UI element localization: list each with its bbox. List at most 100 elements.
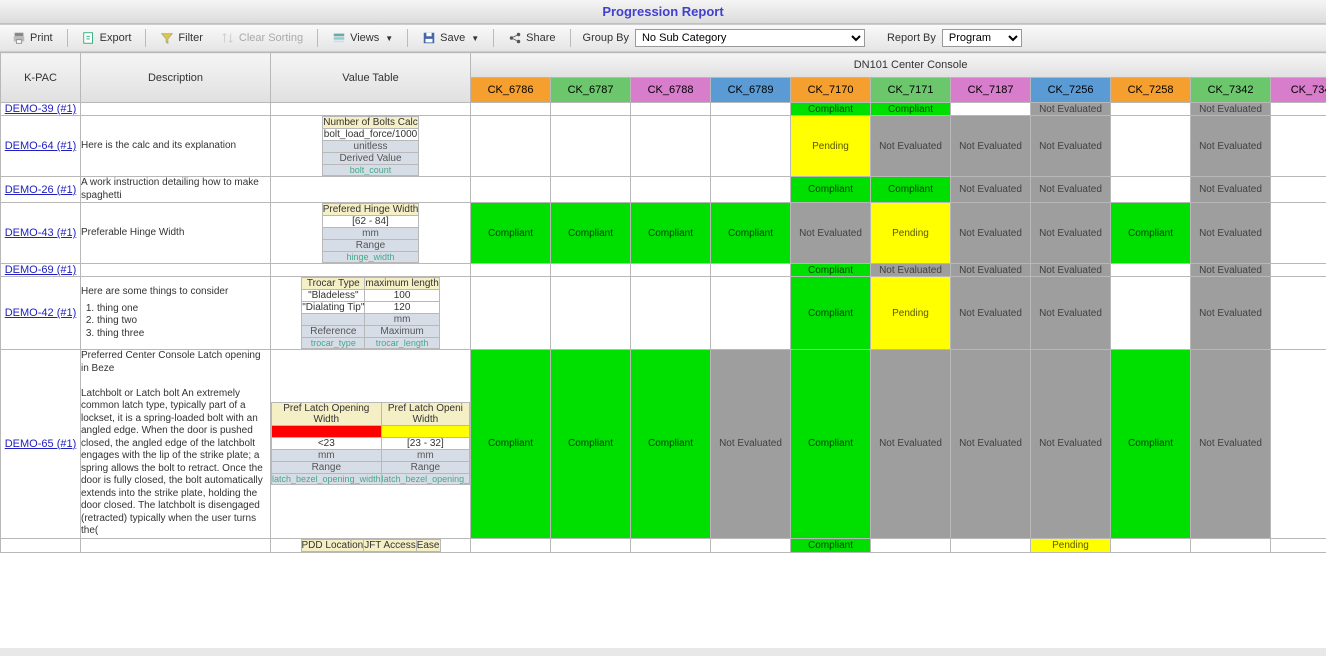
status-cell[interactable]: Not Evaluated xyxy=(1191,203,1271,264)
kpac-link[interactable]: DEMO-43 (#1) xyxy=(1,203,81,264)
status-cell[interactable] xyxy=(551,116,631,177)
ck-column-header[interactable]: CK_6788 xyxy=(631,78,711,103)
kpac-link[interactable]: DEMO-42 (#1) xyxy=(1,277,81,350)
ck-column-header[interactable]: CK_6787 xyxy=(551,78,631,103)
status-cell[interactable]: Compliant xyxy=(871,177,951,203)
status-cell[interactable] xyxy=(1111,264,1191,277)
status-cell[interactable]: Compliant xyxy=(551,203,631,264)
ck-column-header[interactable]: CK_7171 xyxy=(871,78,951,103)
ck-column-header[interactable]: CK_6789 xyxy=(711,78,791,103)
status-cell[interactable]: Pending xyxy=(791,116,871,177)
status-cell[interactable]: Not Evaluated xyxy=(1031,350,1111,539)
status-cell[interactable]: Compliant xyxy=(711,203,791,264)
status-cell[interactable] xyxy=(1111,177,1191,203)
status-cell[interactable]: Pending xyxy=(1031,538,1111,552)
export-button[interactable]: Export xyxy=(76,29,138,47)
status-cell[interactable] xyxy=(951,103,1031,116)
status-cell[interactable]: Compliant xyxy=(551,350,631,539)
filter-button[interactable]: Filter xyxy=(154,29,208,47)
status-cell[interactable]: Not Evaluated xyxy=(951,264,1031,277)
status-cell[interactable] xyxy=(1271,538,1326,552)
status-cell[interactable] xyxy=(471,116,551,177)
status-cell[interactable]: Not Evaluated xyxy=(1031,177,1111,203)
status-cell[interactable] xyxy=(471,103,551,116)
kpac-link[interactable]: DEMO-64 (#1) xyxy=(1,116,81,177)
status-cell[interactable] xyxy=(1271,264,1326,277)
kpac-link[interactable]: DEMO-65 (#1) xyxy=(1,350,81,539)
ck-column-header[interactable]: CK_7170 xyxy=(791,78,871,103)
status-cell[interactable] xyxy=(471,277,551,350)
status-cell[interactable]: Not Evaluated xyxy=(791,203,871,264)
ck-column-header[interactable]: CK_7258 xyxy=(1111,78,1191,103)
status-cell[interactable]: Not Evaluated xyxy=(1191,264,1271,277)
ck-column-header[interactable]: CK_7187 xyxy=(951,78,1031,103)
status-cell[interactable] xyxy=(711,177,791,203)
status-cell[interactable] xyxy=(631,177,711,203)
status-cell[interactable] xyxy=(1271,203,1326,264)
status-cell[interactable]: Compliant xyxy=(471,350,551,539)
status-cell[interactable]: Not Evaluated xyxy=(1191,177,1271,203)
status-cell[interactable]: Not Evaluated xyxy=(1031,116,1111,177)
status-cell[interactable] xyxy=(551,538,631,552)
status-cell[interactable]: Compliant xyxy=(631,203,711,264)
status-cell[interactable] xyxy=(711,538,791,552)
status-cell[interactable] xyxy=(1271,116,1326,177)
ck-column-header[interactable]: CK_7256 xyxy=(1031,78,1111,103)
ck-column-header[interactable]: CK_7342 xyxy=(1191,78,1271,103)
status-cell[interactable]: Not Evaluated xyxy=(951,277,1031,350)
ck-column-header[interactable]: CK_6786 xyxy=(471,78,551,103)
column-header-kpac[interactable]: K-PAC xyxy=(1,53,81,103)
status-cell[interactable]: Not Evaluated xyxy=(1031,264,1111,277)
status-cell[interactable] xyxy=(471,177,551,203)
kpac-link[interactable]: DEMO-26 (#1) xyxy=(1,177,81,203)
status-cell[interactable] xyxy=(1111,116,1191,177)
status-cell[interactable] xyxy=(471,538,551,552)
status-cell[interactable]: Compliant xyxy=(791,277,871,350)
status-cell[interactable]: Not Evaluated xyxy=(1191,277,1271,350)
views-button[interactable]: Views ▼ xyxy=(326,29,399,47)
status-cell[interactable]: Not Evaluated xyxy=(1031,203,1111,264)
report-by-select[interactable]: Program xyxy=(942,29,1022,47)
status-cell[interactable]: Compliant xyxy=(1111,350,1191,539)
status-cell[interactable] xyxy=(1111,277,1191,350)
status-cell[interactable] xyxy=(551,277,631,350)
save-button[interactable]: Save ▼ xyxy=(416,29,485,47)
status-cell[interactable]: Not Evaluated xyxy=(1031,103,1111,116)
status-cell[interactable]: Compliant xyxy=(791,264,871,277)
status-cell[interactable]: Not Evaluated xyxy=(951,203,1031,264)
status-cell[interactable] xyxy=(631,538,711,552)
status-cell[interactable] xyxy=(1271,277,1326,350)
kpac-link[interactable]: DEMO-39 (#1) xyxy=(1,103,81,116)
ck-column-header[interactable]: CK_734 xyxy=(1271,78,1326,103)
status-cell[interactable] xyxy=(631,277,711,350)
status-cell[interactable]: Not Evaluated xyxy=(871,264,951,277)
status-cell[interactable]: Pending xyxy=(871,277,951,350)
status-cell[interactable] xyxy=(1111,103,1191,116)
status-cell[interactable]: Compliant xyxy=(791,350,871,539)
status-cell[interactable] xyxy=(551,177,631,203)
status-cell[interactable] xyxy=(1191,538,1271,552)
status-cell[interactable] xyxy=(551,264,631,277)
status-cell[interactable]: Compliant xyxy=(871,103,951,116)
status-cell[interactable] xyxy=(711,103,791,116)
status-cell[interactable] xyxy=(1271,350,1326,539)
status-cell[interactable]: Not Evaluated xyxy=(1191,103,1271,116)
status-cell[interactable]: Not Evaluated xyxy=(1191,350,1271,539)
status-cell[interactable] xyxy=(1271,177,1326,203)
group-by-select[interactable]: No Sub Category xyxy=(635,29,865,47)
status-cell[interactable]: Not Evaluated xyxy=(951,116,1031,177)
column-header-value_table[interactable]: Value Table xyxy=(271,53,471,103)
status-cell[interactable] xyxy=(471,264,551,277)
kpac-link[interactable] xyxy=(1,538,81,552)
status-cell[interactable]: Not Evaluated xyxy=(951,350,1031,539)
status-cell[interactable]: Compliant xyxy=(791,538,871,552)
status-cell[interactable] xyxy=(951,538,1031,552)
status-cell[interactable]: Compliant xyxy=(631,350,711,539)
status-cell[interactable] xyxy=(711,264,791,277)
status-cell[interactable]: Not Evaluated xyxy=(711,350,791,539)
status-cell[interactable] xyxy=(871,538,951,552)
share-button[interactable]: Share xyxy=(502,29,561,47)
status-cell[interactable]: Not Evaluated xyxy=(1031,277,1111,350)
status-cell[interactable]: Pending xyxy=(871,203,951,264)
status-cell[interactable] xyxy=(631,264,711,277)
